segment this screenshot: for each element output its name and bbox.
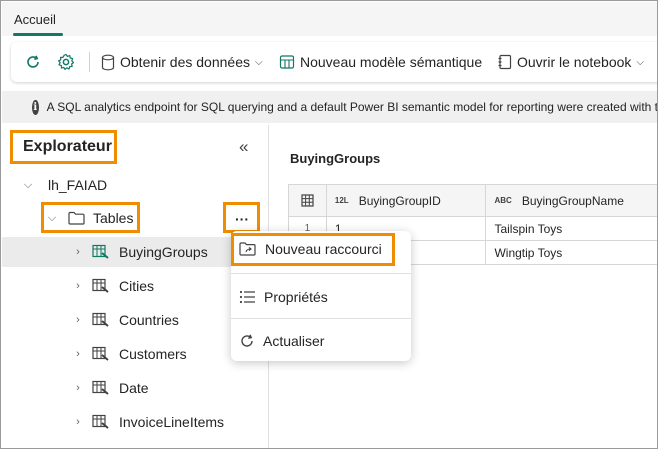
grid-header-row: 12L BuyingGroupID ABC BuyingGroupName (289, 185, 657, 217)
chevron-right-icon[interactable]: › (72, 348, 84, 360)
open-notebook-label: Ouvrir le notebook (517, 54, 632, 70)
grid-icon (301, 194, 314, 207)
chevron-down-icon: ⌵ (254, 56, 263, 68)
chevron-down-icon: ⌵ (636, 56, 644, 68)
tree-item-table[interactable]: › Countries (2, 305, 268, 335)
app-window: Accueil Obtenir des données ⌵ Nouveau mo… (0, 0, 658, 449)
chevron-right-icon[interactable]: › (72, 416, 84, 428)
new-semantic-model-button[interactable]: Nouveau modèle sémantique (279, 42, 482, 82)
explorer-title: Explorateur (23, 138, 112, 155)
semantic-model-icon (279, 55, 295, 69)
table-label: Customers (119, 346, 187, 362)
column-header-label: BuyingGroupName (521, 193, 624, 208)
info-message: A SQL analytics endpoint for SQL queryin… (46, 100, 658, 114)
new-semantic-model-label: Nouveau modèle sémantique (300, 54, 483, 70)
menu-divider (231, 273, 411, 274)
column-type-badge: 12L (334, 196, 349, 205)
menu-item-properties[interactable]: Propriétés (239, 285, 328, 309)
active-tab-indicator (13, 33, 63, 36)
gear-icon (58, 53, 75, 70)
column-header[interactable]: 12L BuyingGroupID (326, 185, 487, 217)
table-icon (92, 380, 109, 395)
get-data-label: Obtenir des données (120, 54, 250, 70)
chevron-right-icon[interactable]: › (72, 382, 84, 394)
table-icon (92, 414, 109, 429)
tree-item-table[interactable]: › InvoiceLineItems (2, 407, 268, 437)
table-label: InvoiceLineItems (119, 414, 225, 430)
ribbon-toolbar: Obtenir des données ⌵ Nouveau modèle sém… (11, 42, 657, 82)
menu-divider (231, 318, 411, 319)
table-icon (92, 346, 109, 361)
table-label: Countries (119, 312, 179, 328)
table-label: BuyingGroups (119, 244, 208, 260)
lakehouse-label: lh_FAIAD (48, 177, 108, 193)
open-notebook-button[interactable]: Ouvrir le notebook ⌵ (498, 42, 644, 82)
highlight-more-options (223, 202, 260, 233)
column-header-label: BuyingGroupID (358, 193, 441, 208)
tab-accueil[interactable]: Accueil (14, 12, 56, 27)
get-data-button[interactable]: Obtenir des données ⌵ (101, 42, 263, 82)
column-type-badge: ABC (494, 196, 512, 205)
cell-buyinggroupname: Tailspin Toys (486, 217, 657, 241)
menu-item-label: Actualiser (263, 333, 325, 349)
tab-strip: Accueil (2, 2, 657, 36)
menu-item-label: Propriétés (264, 289, 328, 305)
preview-title: BuyingGroups (290, 151, 381, 166)
chevron-right-icon[interactable]: › (72, 246, 84, 258)
collapse-panel-icon[interactable]: « (239, 137, 248, 157)
highlight-new-shortcut (231, 233, 395, 266)
table-icon (92, 312, 109, 327)
tree-item-table[interactable]: › Date (2, 373, 268, 403)
database-icon (101, 54, 115, 70)
tree-item-table[interactable]: › Cities (2, 271, 268, 301)
cell-buyinggroupname: Wingtip Toys (486, 241, 657, 265)
refresh-button[interactable] (25, 42, 41, 82)
tree-item-lakehouse[interactable]: ⌵ lh_FAIAD (2, 170, 268, 200)
properties-icon (239, 290, 255, 304)
info-icon: i (32, 99, 39, 115)
tree-item-table[interactable]: › Customers (2, 339, 268, 369)
chevron-right-icon[interactable]: › (72, 280, 84, 292)
table-label: Cities (119, 278, 155, 294)
settings-button[interactable] (57, 42, 75, 82)
info-bar: i A SQL analytics endpoint for SQL query… (2, 91, 658, 123)
highlight-tables-folder (41, 202, 140, 233)
notebook-icon (498, 54, 512, 70)
chevron-down-icon[interactable]: ⌵ (22, 179, 34, 192)
ribbon-divider (89, 52, 90, 72)
table-icon (92, 244, 109, 259)
column-header[interactable]: ABC BuyingGroupName (486, 185, 657, 217)
chevron-right-icon[interactable]: › (72, 314, 84, 326)
refresh-icon (27, 55, 39, 68)
table-label: Date (119, 380, 149, 396)
select-all-cell[interactable] (289, 185, 327, 217)
menu-item-refresh[interactable]: Actualiser (239, 329, 324, 353)
refresh-icon (241, 334, 253, 347)
table-icon (92, 278, 109, 293)
tree-item-table[interactable]: › BuyingGroups (2, 237, 268, 267)
